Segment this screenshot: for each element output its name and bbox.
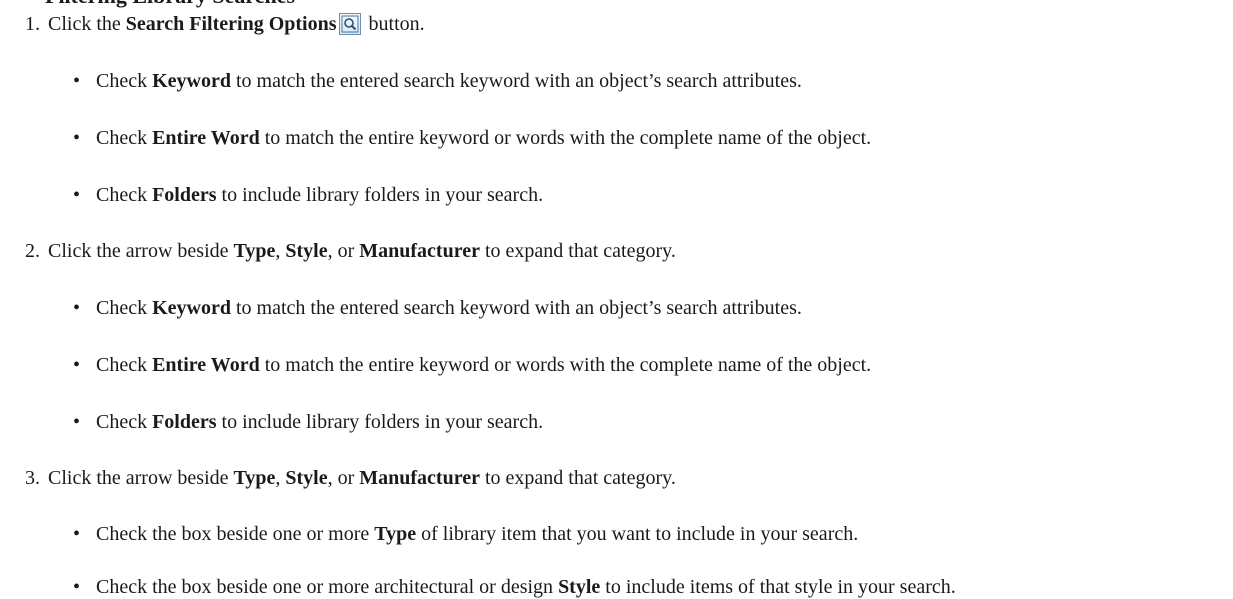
bullet-dot: • [73, 184, 81, 206]
bullet-dot: • [73, 70, 81, 92]
bullet-item: • Check Keyword to match the entered sear… [73, 70, 802, 92]
step-3: 3. Click the arrow beside Type, Style, or… [0, 466, 676, 490]
bullet-dot: • [73, 576, 81, 598]
bullet-dot: • [73, 354, 81, 376]
step-number: 1. [25, 13, 40, 35]
bullet-dot: • [73, 411, 81, 433]
step-number: 3. [25, 467, 40, 489]
step-number: 2. [25, 240, 40, 262]
bullet-item: • Check Entire Word to match the entire k… [73, 127, 872, 149]
bullet-item: • Check Keyword to match the entered sear… [73, 297, 802, 319]
bullet-item: • Check Folders to include library folder… [73, 184, 544, 206]
bullet-item: • Check the box beside one or more Type o… [73, 523, 859, 545]
step-1: 1. Click the Search Filtering Options but… [0, 12, 425, 36]
bullet-item: • Check the box beside one or more archit… [73, 576, 956, 598]
step-2: 2. Click the arrow beside Type, Style, or… [0, 239, 676, 263]
search-filtering-options-button[interactable] [338, 13, 361, 35]
section-heading: Filtering Library Searches [45, 0, 295, 9]
bullet-item: • Check Folders to include library folder… [73, 411, 544, 433]
bullet-dot: • [73, 523, 81, 545]
bullet-dot: • [73, 127, 81, 149]
bullet-dot: • [73, 297, 81, 319]
bullet-item: • Check Entire Word to match the entire k… [73, 354, 872, 376]
magnifier-icon [341, 15, 359, 33]
ui-term: Search Filtering Options [125, 13, 337, 35]
